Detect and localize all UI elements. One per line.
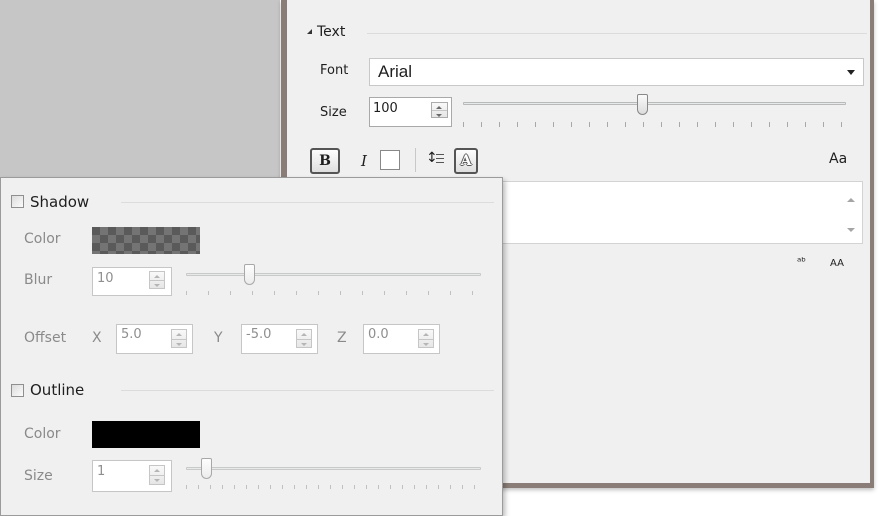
arrow-up-icon bbox=[436, 106, 442, 109]
effects-popup: Shadow Color Blur 10 Offset X 5.0 Y -5.0… bbox=[0, 177, 503, 516]
offset-x-increment-button[interactable] bbox=[172, 330, 186, 339]
font-select[interactable]: Arial bbox=[369, 58, 864, 86]
arrow-down-icon bbox=[301, 342, 307, 346]
size-slider-ticks bbox=[463, 122, 846, 127]
shadow-checkbox[interactable] bbox=[11, 195, 24, 208]
offset-z-spinbox[interactable]: 0.0 bbox=[363, 324, 440, 354]
size-increment-button[interactable] bbox=[432, 103, 447, 110]
outline-size-value: 1 bbox=[97, 464, 106, 479]
outline-size-label: Size bbox=[24, 468, 53, 484]
arrow-down-icon bbox=[436, 114, 442, 117]
text-color-swatch[interactable] bbox=[380, 150, 400, 170]
arrow-down-icon bbox=[154, 479, 160, 482]
outline-size-spinbox[interactable]: 1 bbox=[92, 460, 172, 492]
size-value: 100 bbox=[373, 101, 398, 116]
line-spacing-button[interactable]: ↕ bbox=[424, 150, 446, 172]
arrow-up-icon bbox=[154, 469, 160, 472]
offset-y-decrement-button[interactable] bbox=[297, 338, 311, 348]
offset-x-decrement-button[interactable] bbox=[172, 338, 186, 348]
font-select-value: Arial bbox=[378, 62, 413, 81]
arrow-up-icon bbox=[423, 333, 429, 336]
offset-z-value: 0.0 bbox=[368, 327, 389, 342]
offset-x-value: 5.0 bbox=[121, 327, 142, 342]
shadow-color-swatch[interactable] bbox=[92, 227, 200, 254]
outline-rule bbox=[121, 390, 494, 391]
outline-size-increment-button[interactable] bbox=[150, 466, 164, 475]
text-shadow-label: A bbox=[460, 153, 472, 169]
font-label: Font bbox=[320, 63, 349, 78]
italic-label: I bbox=[361, 152, 367, 170]
shadow-color-label: Color bbox=[24, 231, 61, 247]
size-slider[interactable] bbox=[463, 94, 846, 134]
text-group-rule bbox=[367, 33, 867, 34]
chevron-down-icon bbox=[847, 70, 855, 75]
line-spacing-lines bbox=[436, 154, 444, 164]
toolbar-separator bbox=[415, 148, 416, 172]
outline-title: Outline bbox=[30, 381, 85, 399]
offset-y-increment-button[interactable] bbox=[297, 330, 311, 339]
scroll-up-icon[interactable] bbox=[847, 198, 855, 202]
offset-label: Offset bbox=[24, 330, 67, 346]
text-entry-scrollbar[interactable] bbox=[844, 188, 856, 238]
text-shadow-button[interactable]: A bbox=[454, 148, 478, 174]
offset-z-label: Z bbox=[337, 330, 347, 346]
shadow-rule bbox=[121, 202, 494, 203]
scroll-down-icon[interactable] bbox=[847, 228, 855, 232]
blur-slider-track bbox=[186, 273, 481, 276]
blur-value: 10 bbox=[97, 271, 114, 286]
bold-label: B bbox=[319, 153, 331, 169]
outline-size-slider[interactable] bbox=[186, 455, 481, 495]
outline-size-slider-ticks bbox=[186, 485, 481, 489]
italic-button[interactable]: I bbox=[353, 148, 375, 174]
offset-z-decrement-button[interactable] bbox=[419, 338, 433, 348]
arrow-up-icon bbox=[176, 333, 182, 336]
bold-button[interactable]: B bbox=[310, 148, 340, 174]
text-entry-box[interactable] bbox=[487, 181, 863, 244]
outline-size-decrement-button[interactable] bbox=[150, 475, 164, 484]
arrow-up-icon bbox=[154, 275, 160, 278]
outline-size-slider-thumb[interactable] bbox=[201, 458, 212, 479]
size-decrement-button[interactable] bbox=[432, 110, 447, 117]
offset-z-increment-button[interactable] bbox=[419, 330, 433, 339]
outline-checkbox[interactable] bbox=[11, 384, 24, 397]
char-spacing-button[interactable]: ᵃᵇ bbox=[797, 255, 806, 268]
blur-slider-thumb[interactable] bbox=[244, 264, 255, 285]
size-slider-thumb[interactable] bbox=[637, 94, 648, 115]
blur-slider[interactable] bbox=[186, 261, 481, 301]
outline-color-label: Color bbox=[24, 426, 61, 442]
blur-increment-button[interactable] bbox=[150, 272, 164, 280]
change-case-button[interactable]: Aa bbox=[829, 151, 847, 167]
blur-label: Blur bbox=[24, 272, 53, 288]
arrow-up-icon bbox=[301, 333, 307, 336]
outline-size-slider-track bbox=[186, 467, 481, 470]
text-group-title: Text bbox=[317, 24, 346, 40]
small-caps-button[interactable]: AA bbox=[830, 258, 844, 269]
arrow-down-icon bbox=[176, 342, 182, 346]
blur-spinbox[interactable]: 10 bbox=[92, 267, 172, 296]
arrow-down-icon bbox=[423, 342, 429, 346]
size-spinbox[interactable]: 100 bbox=[369, 97, 452, 127]
blur-slider-ticks bbox=[186, 291, 481, 295]
size-slider-track bbox=[463, 102, 846, 105]
shadow-title: Shadow bbox=[30, 193, 90, 211]
outline-color-swatch[interactable] bbox=[92, 421, 200, 448]
size-label: Size bbox=[320, 105, 347, 120]
offset-y-value: -5.0 bbox=[246, 327, 272, 342]
offset-x-spinbox[interactable]: 5.0 bbox=[116, 324, 193, 354]
offset-y-spinbox[interactable]: -5.0 bbox=[241, 324, 318, 354]
offset-y-label: Y bbox=[214, 330, 223, 346]
collapse-triangle-icon bbox=[307, 29, 312, 34]
arrow-down-icon bbox=[154, 284, 160, 287]
offset-x-label: X bbox=[92, 330, 102, 346]
blur-decrement-button[interactable] bbox=[150, 280, 164, 288]
